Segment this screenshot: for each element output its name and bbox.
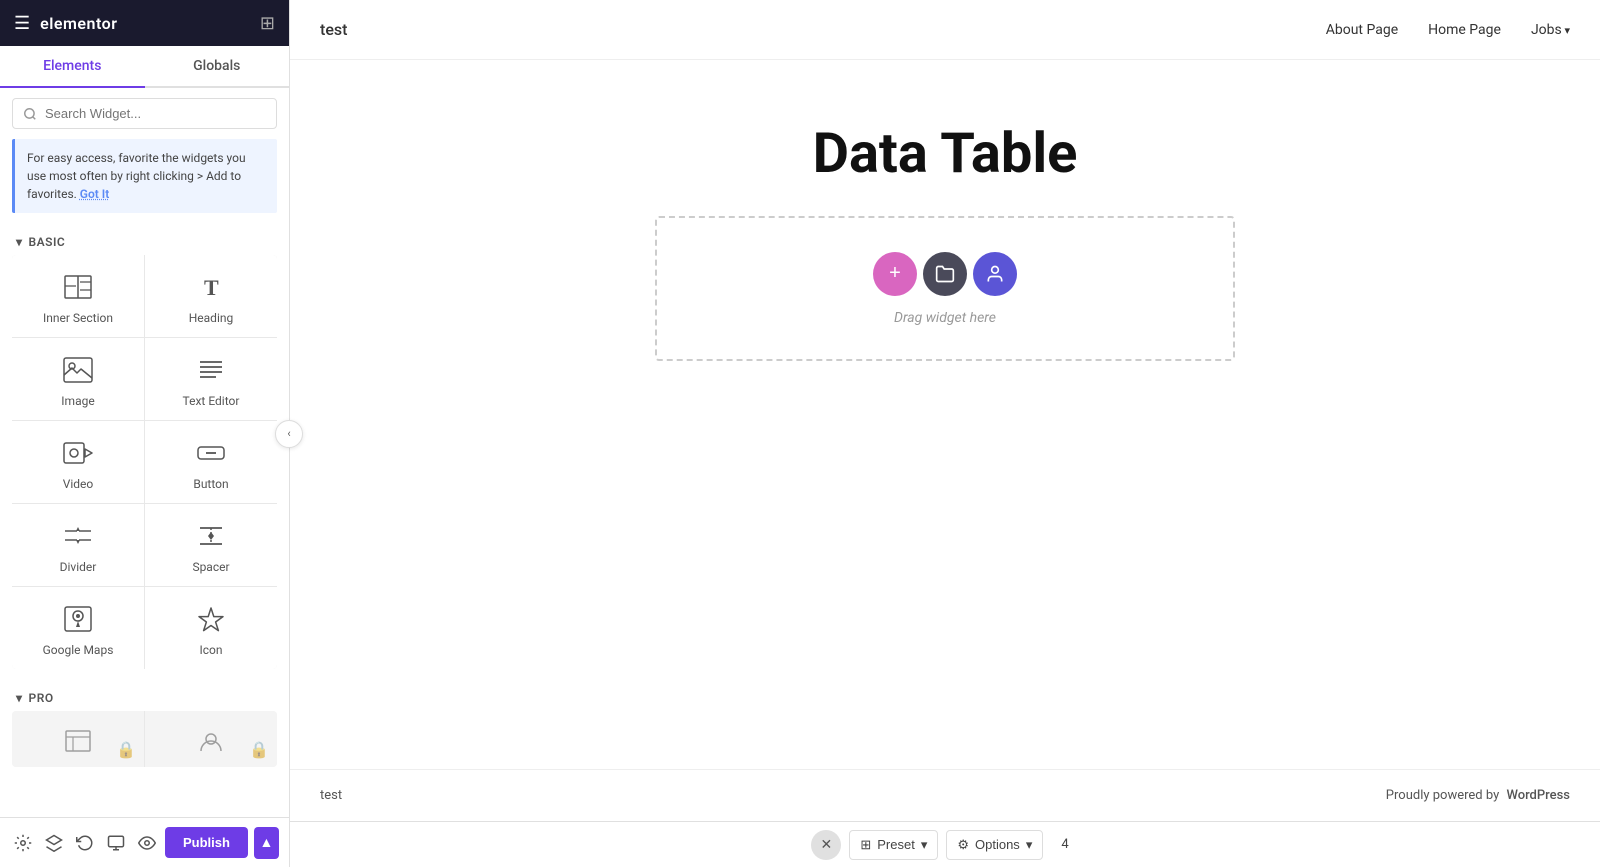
video-icon bbox=[62, 437, 94, 469]
image-icon bbox=[62, 354, 94, 386]
sidebar-header-left: ☰ elementor bbox=[14, 13, 117, 34]
sidebar-bottom: Publish ▲ bbox=[0, 817, 289, 867]
site-logo: test bbox=[320, 20, 347, 39]
search-input[interactable] bbox=[45, 106, 266, 121]
history-icon-btn[interactable] bbox=[72, 827, 97, 859]
widget-icon[interactable]: Icon bbox=[145, 587, 277, 669]
widget-heading[interactable]: T Heading bbox=[145, 255, 277, 337]
divider-icon bbox=[62, 520, 94, 552]
bottom-toolbar: ✕ ⊞ Preset ▾ ⚙ Options ▾ 4 bbox=[290, 821, 1600, 867]
responsive-icon-btn[interactable] bbox=[103, 827, 128, 859]
widgets-grid-pro: 🔒 🔒 bbox=[12, 711, 277, 767]
icon-label: Icon bbox=[199, 643, 222, 657]
svg-text:T: T bbox=[204, 275, 219, 300]
nav-home[interactable]: Home Page bbox=[1428, 22, 1501, 38]
settings-icon-btn[interactable] bbox=[10, 827, 35, 859]
layers-icon-btn[interactable] bbox=[41, 827, 66, 859]
nav-about[interactable]: About Page bbox=[1326, 22, 1398, 38]
elementor-logo: elementor bbox=[40, 14, 117, 33]
page-content: Data Table + Drag widget here bbox=[290, 60, 1600, 769]
sidebar: ☰ elementor ⊞ Elements Globals For easy … bbox=[0, 0, 290, 867]
section-label-basic: Basic bbox=[0, 223, 289, 255]
heading-icon: T bbox=[195, 271, 227, 303]
page-title: Data Table bbox=[813, 120, 1078, 186]
info-text: For easy access, favorite the widgets yo… bbox=[27, 151, 246, 201]
button-icon bbox=[195, 437, 227, 469]
chevron-up-button[interactable]: ▲ bbox=[254, 827, 279, 859]
drag-text: Drag widget here bbox=[894, 310, 996, 326]
search-icon bbox=[23, 107, 37, 121]
site-footer: test Proudly powered by WordPress bbox=[290, 769, 1600, 821]
google-maps-icon bbox=[62, 603, 94, 635]
sidebar-search bbox=[0, 88, 289, 139]
footer-logo: test bbox=[320, 788, 342, 803]
widget-button[interactable]: Button bbox=[145, 421, 277, 503]
hamburger-icon[interactable]: ☰ bbox=[14, 13, 30, 34]
sidebar-collapse-arrow[interactable]: ‹ bbox=[275, 420, 303, 448]
site-nav: About Page Home Page Jobs bbox=[1326, 22, 1570, 38]
options-gear-icon: ⚙ bbox=[957, 837, 969, 853]
tab-elements[interactable]: Elements bbox=[0, 46, 145, 88]
widget-divider[interactable]: Divider bbox=[12, 504, 144, 586]
text-editor-icon bbox=[195, 354, 227, 386]
sidebar-header: ☰ elementor ⊞ bbox=[0, 0, 289, 46]
site-header: test About Page Home Page Jobs bbox=[290, 0, 1600, 60]
drop-zone-buttons: + bbox=[873, 252, 1017, 296]
person-button[interactable] bbox=[973, 252, 1017, 296]
divider-label: Divider bbox=[60, 560, 97, 574]
widget-spacer[interactable]: Spacer bbox=[145, 504, 277, 586]
publish-button[interactable]: Publish bbox=[165, 827, 248, 858]
search-input-wrapper bbox=[12, 98, 277, 129]
image-label: Image bbox=[61, 394, 94, 408]
widget-google-maps[interactable]: Google Maps bbox=[12, 587, 144, 669]
widgets-grid-basic: Inner Section T Heading Image bbox=[12, 255, 277, 669]
drop-zone: + Drag widget here bbox=[655, 216, 1235, 361]
text-editor-label: Text Editor bbox=[183, 394, 240, 408]
spacer-label: Spacer bbox=[192, 560, 229, 574]
spacer-icon bbox=[195, 520, 227, 552]
footer-powered: Proudly powered by WordPress bbox=[1386, 788, 1570, 803]
inner-section-label: Inner Section bbox=[43, 311, 113, 325]
sidebar-tabs: Elements Globals bbox=[0, 46, 289, 88]
add-widget-button[interactable]: + bbox=[873, 252, 917, 296]
toolbar-options-button[interactable]: ⚙ Options ▾ bbox=[946, 830, 1043, 860]
widget-pro-2[interactable]: 🔒 bbox=[145, 711, 277, 767]
widget-inner-section[interactable]: Inner Section bbox=[12, 255, 144, 337]
widget-image[interactable]: Image bbox=[12, 338, 144, 420]
options-label: Options bbox=[975, 837, 1020, 852]
button-label: Button bbox=[193, 477, 228, 491]
nav-jobs[interactable]: Jobs bbox=[1531, 22, 1570, 38]
preset-icon: ⊞ bbox=[860, 837, 871, 853]
heading-label: Heading bbox=[189, 311, 234, 325]
video-label: Video bbox=[63, 477, 94, 491]
widgets-area: Basic Inner Section T Heading bbox=[0, 223, 289, 817]
got-it-link[interactable]: Got It bbox=[80, 187, 109, 201]
widget-video[interactable]: Video bbox=[12, 421, 144, 503]
info-box: For easy access, favorite the widgets yo… bbox=[12, 139, 277, 213]
inner-section-icon bbox=[62, 271, 94, 303]
toolbar-preset-button[interactable]: ⊞ Preset ▾ bbox=[849, 830, 938, 860]
canvas-area: test About Page Home Page Jobs Data Tabl… bbox=[290, 0, 1600, 867]
grid-icon[interactable]: ⊞ bbox=[260, 13, 275, 34]
widget-pro-1[interactable]: 🔒 bbox=[12, 711, 144, 767]
icon-widget-icon bbox=[195, 603, 227, 635]
section-label-pro: Pro bbox=[0, 679, 289, 711]
page-number: 4 bbox=[1051, 831, 1078, 858]
options-chevron: ▾ bbox=[1026, 837, 1033, 853]
folder-button[interactable] bbox=[923, 252, 967, 296]
widget-text-editor[interactable]: Text Editor bbox=[145, 338, 277, 420]
preset-chevron: ▾ bbox=[921, 837, 928, 853]
tab-globals[interactable]: Globals bbox=[145, 46, 290, 88]
wordpress-link[interactable]: WordPress bbox=[1506, 788, 1570, 803]
toolbar-close-button[interactable]: ✕ bbox=[811, 830, 841, 860]
google-maps-label: Google Maps bbox=[43, 643, 114, 657]
visibility-icon-btn[interactable] bbox=[134, 827, 159, 859]
preset-label: Preset bbox=[877, 837, 915, 852]
